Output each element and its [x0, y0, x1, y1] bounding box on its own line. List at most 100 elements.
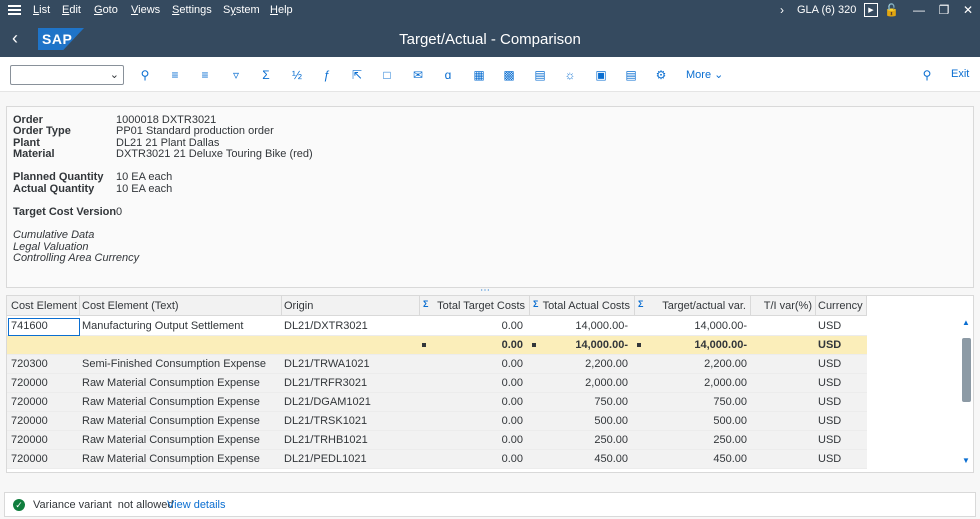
menu-edit[interactable]: Edit — [62, 4, 81, 16]
table-row[interactable]: 720000 Raw Material Consumption Expense … — [7, 431, 867, 450]
scroll-up-icon[interactable]: ▲ — [962, 318, 970, 327]
filter-icon[interactable]: ▿ — [227, 66, 245, 84]
sort-ascending-icon[interactable]: ≡ — [166, 66, 184, 84]
sum-icon[interactable]: Σ — [257, 66, 275, 84]
play-icon[interactable]: ▶ — [864, 3, 878, 17]
more-button[interactable]: More ⌄ — [686, 68, 723, 81]
order-type-label: Order Type — [13, 125, 71, 137]
column-cost-element[interactable]: Cost Element — [11, 300, 77, 312]
cell-origin: DL21/TRFR3021 — [284, 377, 368, 389]
success-check-icon: ✓ — [13, 499, 25, 511]
cell-origin: DL21/TRSK1021 — [284, 415, 368, 427]
grid-view-icon[interactable]: ▣ — [592, 66, 610, 84]
sort-descending-icon[interactable]: ≡ — [196, 66, 214, 84]
cell-variance: 450.00 — [713, 453, 747, 465]
chevron-down-icon: ⌄ — [109, 69, 119, 81]
settings-icon[interactable]: ⚙ — [652, 66, 670, 84]
column-ti-var-pct[interactable]: T/I var(%) — [753, 300, 812, 312]
cell-origin: DL21/DGAM1021 — [284, 396, 371, 408]
target-cost-version-label: Target Cost Version — [13, 206, 117, 218]
cell-currency: USD — [818, 320, 842, 332]
restore-icon[interactable]: ❐ — [937, 3, 951, 17]
choose-layout-icon[interactable]: ▤ — [531, 66, 549, 84]
view-details-link[interactable]: View details — [167, 499, 226, 511]
subtotal-icon[interactable]: ½ — [288, 66, 306, 84]
list-view-icon[interactable]: ▤ — [622, 66, 640, 84]
menu-views[interactable]: Views — [131, 4, 160, 16]
menu-bar: List Edit Goto Views Settings System Hel… — [0, 0, 980, 21]
scrollbar-thumb[interactable] — [962, 338, 971, 402]
column-total-actual-costs[interactable]: Total Actual Costs — [537, 300, 630, 312]
cell-variance: 14,000.00- — [694, 320, 747, 332]
cell-target: 0.00 — [501, 377, 523, 389]
table-row[interactable]: 720000 Raw Material Consumption Expense … — [7, 412, 867, 431]
cell-cost-element-text: Manufacturing Output Settlement — [82, 320, 244, 332]
cumulative-data-text: Cumulative Data — [13, 229, 95, 241]
subtotal-marker-icon — [532, 343, 536, 347]
material-value: DXTR3021 21 Deluxe Touring Bike (red) — [116, 148, 313, 160]
table-row[interactable]: 720000 Raw Material Consumption Expense … — [7, 393, 867, 412]
cell-variance: 250.00 — [713, 434, 747, 446]
cell-cost-element-text: Semi-Finished Consumption Expense — [82, 358, 267, 370]
cell-variance: 2,200.00 — [704, 358, 747, 370]
vertical-scrollbar[interactable]: ▲ ▼ — [960, 316, 973, 472]
formula-icon[interactable]: ƒ — [318, 66, 336, 84]
column-total-target-costs[interactable]: Total Target Costs — [427, 300, 525, 312]
search-icon[interactable]: ⚲ — [918, 66, 936, 84]
cell-cost-element-text: Raw Material Consumption Expense — [82, 434, 260, 446]
table-row[interactable]: 741600 Manufacturing Output Settlement D… — [7, 317, 867, 336]
cell-target: 0.00 — [501, 415, 523, 427]
cell-cost-element-text: Raw Material Consumption Expense — [82, 396, 260, 408]
subtotal-target: 0.00 — [501, 339, 523, 351]
table-row[interactable]: 720000 Raw Material Consumption Expense … — [7, 450, 867, 469]
menu-list[interactable]: List — [33, 4, 50, 16]
close-icon[interactable]: ✕ — [961, 3, 975, 17]
column-origin[interactable]: Origin — [284, 300, 313, 312]
splitter-handle[interactable]: ⋯ — [480, 286, 491, 296]
exit-button[interactable]: Exit — [951, 68, 969, 80]
scroll-down-icon[interactable]: ▼ — [962, 456, 970, 465]
zoom-in-icon[interactable]: ⚲ — [136, 66, 154, 84]
unlock-icon[interactable]: 🔓 — [884, 3, 899, 17]
cell-target: 0.00 — [501, 320, 523, 332]
cell-currency: USD — [818, 377, 842, 389]
menu-goto[interactable]: Goto — [94, 4, 118, 16]
subtotal-currency: USD — [818, 339, 842, 351]
menu-settings[interactable]: Settings — [172, 4, 212, 16]
cell-variance: 2,000.00 — [704, 377, 747, 389]
cell-currency: USD — [818, 396, 842, 408]
cell-origin: DL21/DXTR3021 — [284, 320, 368, 332]
cell-target: 0.00 — [501, 396, 523, 408]
cell-cost-element: 720000 — [11, 453, 48, 465]
cell-origin: DL21/TRWA1021 — [284, 358, 370, 370]
chevron-right-icon[interactable]: › — [775, 3, 789, 17]
table-row[interactable]: 720300 Semi-Finished Consumption Expense… — [7, 355, 867, 374]
table-icon[interactable]: ▦ — [470, 66, 488, 84]
menu-help[interactable]: Help — [270, 4, 293, 16]
title-bar: ‹ SAP Target/Actual - Comparison — [0, 21, 980, 57]
graphics-icon[interactable]: ☼ — [561, 66, 579, 84]
chevron-down-icon: ⌄ — [714, 69, 724, 81]
layout-combobox[interactable]: ⌄ — [10, 65, 124, 85]
subtotal-actual: 14,000.00- — [575, 339, 628, 351]
cell-actual: 2,000.00 — [585, 377, 628, 389]
layout-icon[interactable]: ▩ — [500, 66, 518, 84]
column-currency[interactable]: Currency — [818, 300, 863, 312]
cell-cost-element: 720000 — [11, 396, 48, 408]
column-target-actual-var[interactable]: Target/actual var. — [642, 300, 746, 312]
column-cost-element-text[interactable]: Cost Element (Text) — [82, 300, 179, 312]
export-icon[interactable]: ⇱ — [348, 66, 366, 84]
cell-variance: 750.00 — [713, 396, 747, 408]
cell-target: 0.00 — [501, 453, 523, 465]
table-row[interactable]: 720000 Raw Material Consumption Expense … — [7, 374, 867, 393]
print-preview-icon[interactable]: □ — [378, 66, 396, 84]
email-icon[interactable]: ✉ — [409, 66, 427, 84]
abc-analysis-icon[interactable]: ɑ — [439, 66, 457, 84]
cell-variance: 500.00 — [713, 415, 747, 427]
subtotal-row[interactable]: 0.00 14,000.00- 14,000.00- USD — [7, 336, 867, 355]
minimize-icon[interactable]: — — [912, 3, 926, 17]
menu-system[interactable]: System — [223, 4, 260, 16]
hamburger-menu-icon[interactable] — [8, 3, 21, 17]
grid-header: Cost Element Cost Element (Text) Origin … — [7, 296, 867, 316]
cell-currency: USD — [818, 434, 842, 446]
